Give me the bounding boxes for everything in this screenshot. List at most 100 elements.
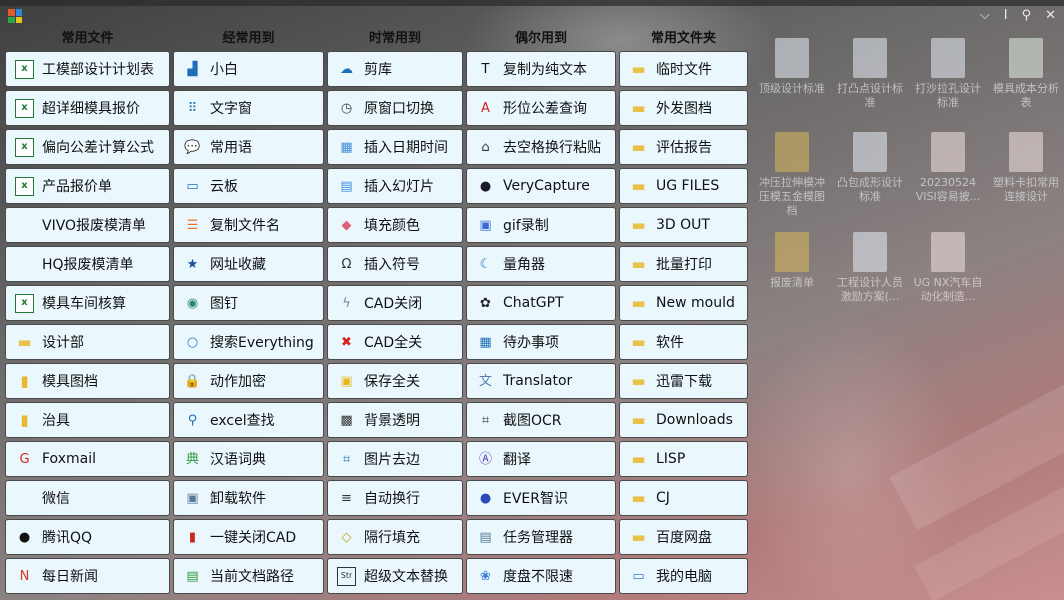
launcher-item[interactable]: ▬ New mould: [619, 285, 748, 321]
desktop-shortcut[interactable]: 工程设计人员激励方案(...: [834, 232, 906, 322]
launcher-item-label: 图片去边: [364, 452, 420, 468]
launcher-item[interactable]: ▮ 一键关闭CAD: [173, 519, 324, 555]
launcher-item[interactable]: ▤ 任务管理器: [466, 519, 616, 555]
launcher-item[interactable]: ▭ 我的电脑: [619, 558, 748, 594]
launcher-item[interactable]: ● 腾讯QQ: [5, 519, 170, 555]
desktop-shortcut[interactable]: 20230524 VISI容易披...: [912, 132, 984, 222]
launcher-item[interactable]: ▮ 模具图档: [5, 363, 170, 399]
launcher-item[interactable]: x 产品报价单: [5, 168, 170, 204]
launcher-item[interactable]: ▣ gif录制: [466, 207, 616, 243]
launcher-item[interactable]: 文 Translator: [466, 363, 616, 399]
launcher-item[interactable]: Ω 插入符号: [327, 246, 463, 282]
launcher-item[interactable]: ▬ 评估报告: [619, 129, 748, 165]
desktop-shortcut[interactable]: 塑料卡扣常用连接设计: [990, 132, 1062, 222]
launcher-item[interactable]: ⠿ 文字窗: [173, 90, 324, 126]
launcher-item[interactable]: ▟ 小白: [173, 51, 324, 87]
launcher-item[interactable]: ◉ 图钉: [173, 285, 324, 321]
launcher-item[interactable]: ϟ CAD关闭: [327, 285, 463, 321]
launcher-item[interactable]: ⌗ 图片去边: [327, 441, 463, 477]
launcher-item[interactable]: ▣ 保存全关: [327, 363, 463, 399]
launcher-item-label: 动作加密: [210, 374, 266, 390]
launcher-item[interactable]: 微信: [5, 480, 170, 516]
desktop-shortcut[interactable]: 报废清单: [756, 232, 828, 322]
launcher-item[interactable]: ▬ 外发图档: [619, 90, 748, 126]
close-icon[interactable]: ✕: [1045, 8, 1056, 23]
launcher-item[interactable]: ☰ 复制文件名: [173, 207, 324, 243]
settings-icon[interactable]: ⚲: [1022, 8, 1032, 23]
launcher-item[interactable]: ★ 网址收藏: [173, 246, 324, 282]
pin-icon[interactable]: Ⅰ: [1004, 8, 1008, 23]
launcher-item[interactable]: ▬ Downloads: [619, 402, 748, 438]
launcher-item[interactable]: ▭ 云板: [173, 168, 324, 204]
launcher-item[interactable]: 典汉语词典: [173, 441, 324, 477]
launcher-item[interactable]: ▬ 批量打印: [619, 246, 748, 282]
launcher-item[interactable]: A 形位公差查询: [466, 90, 616, 126]
launcher-item[interactable]: ▮ 治具: [5, 402, 170, 438]
launcher-item-label: 批量打印: [656, 257, 712, 273]
launcher-item[interactable]: ☁ 剪库: [327, 51, 463, 87]
collapse-icon[interactable]: ⌵: [980, 8, 990, 23]
launcher-item[interactable]: ⌗ 截图OCR: [466, 402, 616, 438]
launcher-item[interactable]: ✖ CAD全关: [327, 324, 463, 360]
column-header: 常用文件: [61, 31, 114, 46]
launcher-item[interactable]: ⚲ excel查找: [173, 402, 324, 438]
launcher-item[interactable]: ▬ 设计部: [5, 324, 170, 360]
launcher-item[interactable]: ▤ 当前文档路径: [173, 558, 324, 594]
paste-format-icon: ⌂: [481, 139, 490, 155]
desktop-shortcut-label: 塑料卡扣常用连接设计: [993, 176, 1059, 203]
desktop-shortcut[interactable]: 冲压拉伸模冲压模五金模图档: [756, 132, 828, 222]
launcher-item-label: 设计部: [42, 335, 84, 351]
launcher-item[interactable]: ▬ 软件: [619, 324, 748, 360]
launcher-item[interactable]: ◷ 原窗口切换: [327, 90, 463, 126]
excel-file-icon: x: [15, 293, 34, 313]
puppy-icon: ▟: [187, 61, 198, 77]
launcher-item[interactable]: ▦ 插入日期时间: [327, 129, 463, 165]
launcher-item[interactable]: Str 超级文本替换: [327, 558, 463, 594]
launcher-item[interactable]: ▬ CJ: [619, 480, 748, 516]
launcher-item[interactable]: ▤ 插入幻灯片: [327, 168, 463, 204]
launcher-item[interactable]: ▬ UG FILES: [619, 168, 748, 204]
desktop-shortcut[interactable]: 顶级设计标准: [756, 38, 828, 128]
launcher-item[interactable]: ○ 搜索Everything: [173, 324, 324, 360]
launcher-item[interactable]: N 每日新闻: [5, 558, 170, 594]
slide-icon: ▤: [340, 178, 353, 194]
launcher-item[interactable]: ❀ 度盘不限速: [466, 558, 616, 594]
launcher-item[interactable]: ✿ ChatGPT: [466, 285, 616, 321]
desktop-shortcut[interactable]: 模具成本分析表: [990, 38, 1062, 128]
launcher-item[interactable]: ☾ 量角器: [466, 246, 616, 282]
desktop-shortcut[interactable]: 打沙拉孔设计标准: [912, 38, 984, 128]
launcher-item[interactable]: ▦ 待办事项: [466, 324, 616, 360]
launcher-item[interactable]: ▬ 3D OUT: [619, 207, 748, 243]
launcher-item[interactable]: T 复制为纯文本: [466, 51, 616, 87]
launcher-item[interactable]: ◇ 隔行填充: [327, 519, 463, 555]
pdf-doc-icon: [931, 132, 965, 172]
launcher-item[interactable]: ▬ LISP: [619, 441, 748, 477]
launcher-item[interactable]: VIVO报废模清单: [5, 207, 170, 243]
clock-icon: ◷: [340, 100, 353, 116]
launcher-item[interactable]: ⌂ 去空格换行粘贴: [466, 129, 616, 165]
desktop-shortcut[interactable]: UG NX汽车自动化制造...: [912, 232, 984, 322]
launcher-item[interactable]: G Foxmail: [5, 441, 170, 477]
launcher-item[interactable]: ≡ 自动换行: [327, 480, 463, 516]
lightning-icon: ϟ: [342, 295, 351, 311]
launcher-item[interactable]: 💬 常用语: [173, 129, 324, 165]
launcher-item[interactable]: x 超详细模具报价: [5, 90, 170, 126]
launcher-item[interactable]: ▬ 临时文件: [619, 51, 748, 87]
launcher-item[interactable]: ▩ 背景透明: [327, 402, 463, 438]
launcher-item[interactable]: x 工模部设计计划表: [5, 51, 170, 87]
launcher-item-label: 微信: [42, 491, 70, 507]
launcher-item[interactable]: x 模具车间核算: [5, 285, 170, 321]
launcher-item[interactable]: ● VeryCapture: [466, 168, 616, 204]
desktop-shortcut[interactable]: 凸包成形设计标准: [834, 132, 906, 222]
launcher-item[interactable]: ▬ 百度网盘: [619, 519, 748, 555]
launcher-item[interactable]: ▬ 迅雷下载: [619, 363, 748, 399]
launcher-item[interactable]: ◆ 填充颜色: [327, 207, 463, 243]
launcher-item[interactable]: 🔒 动作加密: [173, 363, 324, 399]
launcher-item[interactable]: ● EVER智识: [466, 480, 616, 516]
launcher-item-label: 产品报价单: [42, 179, 112, 195]
launcher-item[interactable]: x 偏向公差计算公式: [5, 129, 170, 165]
launcher-item[interactable]: HQ报废模清单: [5, 246, 170, 282]
launcher-item[interactable]: Ⓐ 翻译: [466, 441, 616, 477]
desktop-shortcut[interactable]: 打凸点设计标准: [834, 38, 906, 128]
launcher-item[interactable]: ▣ 卸载软件: [173, 480, 324, 516]
